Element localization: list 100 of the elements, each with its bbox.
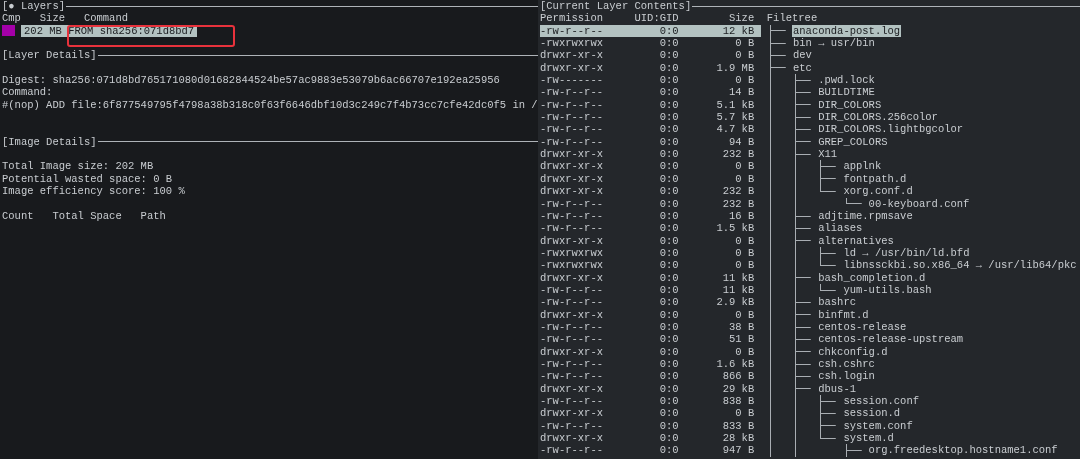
size-cell-text: 0 B — [734, 49, 756, 62]
size-cell: 12 kB — [678, 24, 761, 38]
image-stat: Image efficiency score: 100 % — [2, 185, 186, 198]
uid-gid-cell: 0:0 — [634, 24, 679, 38]
file-name[interactable]: centos-release-upstream — [817, 333, 965, 346]
uid-gid-cell-text: 0:0 — [658, 74, 679, 87]
permission-cell-text: -rw-r--r-- — [540, 135, 604, 149]
permission-cell-text: drwxr-xr-x — [540, 271, 604, 284]
permission-cell-text: -rw-r--r-- — [540, 98, 604, 112]
size-cell-text: 947 B — [721, 444, 756, 457]
file-name[interactable]: yum-utils.bash — [842, 283, 933, 297]
column-header: Cmp — [2, 12, 22, 25]
image-stat: Potential wasted space: 0 B — [2, 172, 174, 186]
size-cell-text: 866 B — [721, 370, 756, 383]
size-cell-text: 5.7 kB — [715, 111, 756, 124]
file-name[interactable]: csh.login — [817, 370, 876, 383]
uid-gid-cell-text: 0:0 — [658, 111, 679, 124]
uid-gid-cell-text: 0:0 — [658, 123, 679, 136]
permission-cell-text: -rw-r--r-- — [540, 370, 604, 383]
uid-gid-cell-text: 0:0 — [658, 320, 679, 334]
file-name[interactable]: DIR_COLORS — [817, 98, 883, 112]
size-cell-text: 1.5 kB — [715, 222, 756, 235]
permission-cell-text: -rw------- — [540, 74, 604, 87]
file-name[interactable]: adjtime.rpmsave — [817, 209, 914, 223]
file-name[interactable]: 00-keyboard.conf — [867, 197, 971, 210]
file-name[interactable]: applnk — [842, 160, 883, 173]
size-cell-text: 38 B — [728, 320, 756, 334]
uid-gid-cell-text: 0:0 — [658, 222, 679, 235]
file-name[interactable]: DIR_COLORS.256color — [817, 111, 939, 124]
size-cell-text: 0 B — [734, 246, 756, 260]
permission-cell-text: -rwxrwxrwx — [540, 246, 604, 260]
uid-gid-cell-text: 0:0 — [658, 160, 679, 173]
uid-gid-cell-text: 0:0 — [658, 37, 679, 50]
file-name[interactable]: etc — [792, 61, 813, 75]
size-cell-text: 833 B — [721, 419, 756, 433]
size-cell-text: 1.9 MB — [715, 61, 756, 75]
file-name[interactable]: system.d — [842, 432, 895, 445]
file-name[interactable]: xorg.conf.d — [842, 185, 914, 198]
file-name[interactable]: system.conf — [842, 419, 914, 433]
file-name[interactable]: session.conf — [842, 395, 921, 408]
file-name[interactable]: chkconfig.d — [817, 345, 889, 358]
layer-size[interactable]: 202 MB — [20, 24, 65, 38]
file-name[interactable]: csh.cshrc — [817, 357, 876, 371]
uid-gid-cell-text: 0:0 — [658, 98, 679, 112]
permission-cell-text: drwxr-xr-x — [540, 61, 604, 75]
uid-gid-cell-text: 0:0 — [658, 283, 679, 297]
panel-title: [● Layers] — [2, 0, 65, 13]
size-cell-text: 232 B — [721, 148, 756, 161]
file-name[interactable]: anaconda-post.log — [792, 24, 902, 38]
size-cell-text: 232 B — [721, 197, 756, 210]
file-name[interactable]: org.freedesktop.hostname1.conf — [867, 444, 1059, 457]
uid-gid-cell-text: 0:0 — [658, 259, 679, 272]
image-stat: Total Image size: 202 MB — [2, 160, 155, 173]
file-name[interactable]: bashrc — [817, 296, 857, 309]
permission-cell-text: drwxr-xr-x — [540, 160, 604, 173]
file-name[interactable]: X11 — [817, 148, 839, 161]
file-name[interactable]: binfmt.d — [817, 308, 870, 321]
column-header: Command — [83, 12, 128, 25]
file-name[interactable]: bash_completion.d — [817, 271, 927, 284]
permission-cell-text: -rw-r--r-- — [540, 123, 604, 136]
permission-cell-text: drwxr-xr-x — [540, 407, 604, 420]
uid-gid-cell-text: 0:0 — [658, 49, 679, 62]
permission-cell-text: drwxr-xr-x — [540, 185, 604, 198]
file-name[interactable]: GREP_COLORS — [817, 135, 889, 149]
column-header: Path — [140, 209, 166, 223]
file-name[interactable]: alternatives — [817, 234, 895, 247]
permission-cell-text: drwxr-xr-x — [540, 234, 604, 247]
size-cell-text: 4.7 kB — [715, 123, 756, 136]
file-name[interactable]: bin → usr/bin — [792, 37, 876, 50]
file-name[interactable]: aliases — [817, 222, 864, 235]
size-cell-text: 232 B — [721, 185, 756, 198]
file-name[interactable]: centos-release — [817, 320, 908, 334]
permission-cell-text: -rwxrwxrwx — [540, 259, 604, 272]
uid-gid-cell-text: 0:0 — [658, 407, 679, 420]
column-header: UID:GID — [634, 12, 679, 25]
uid-gid-cell-text: 0:0 — [658, 185, 679, 198]
file-name[interactable]: .pwd.lock — [817, 74, 876, 87]
uid-gid-cell-text: 0:0 — [658, 370, 679, 383]
permission-cell-text: drwxr-xr-x — [540, 172, 604, 186]
permission-cell-text: -rw-r--r-- — [540, 419, 604, 433]
permission-cell-text: -rw-r--r-- — [540, 209, 604, 223]
permission-cell-text: -rw-r--r-- — [540, 296, 604, 309]
file-name[interactable]: dev — [792, 49, 813, 62]
file-name[interactable]: ld → /usr/bin/ld.bfd — [842, 246, 971, 260]
digest-text: Digest: sha256:071d8bd765171080d01682844524be57ac9883e53079b6ac66707e192ea25956 — [2, 74, 501, 87]
uid-gid-cell-text: 0:0 — [658, 419, 679, 433]
size-cell-text: 0 B — [734, 407, 756, 420]
file-name[interactable]: DIR_COLORS.lightbgcolor — [817, 123, 965, 136]
size-cell-text: 0 B — [734, 37, 756, 50]
file-name[interactable]: BUILDTIME — [817, 86, 876, 99]
column-header: Filetree — [766, 12, 818, 25]
uid-gid-cell-text: 0:0 — [658, 135, 679, 149]
permission-cell-text: -rw-r--r-- — [540, 197, 604, 210]
permission-cell-text: -rw-r--r-- — [540, 357, 604, 371]
file-name[interactable]: libnssckbi.so.x86_64 → /usr/lib64/pkc — [842, 259, 1078, 272]
uid-gid-cell-text: 0:0 — [658, 296, 679, 309]
size-cell-text: 0 B — [734, 259, 756, 272]
file-name[interactable]: session.d — [842, 407, 902, 420]
file-name[interactable]: dbus-1 — [817, 382, 857, 395]
file-name[interactable]: fontpath.d — [842, 172, 908, 186]
